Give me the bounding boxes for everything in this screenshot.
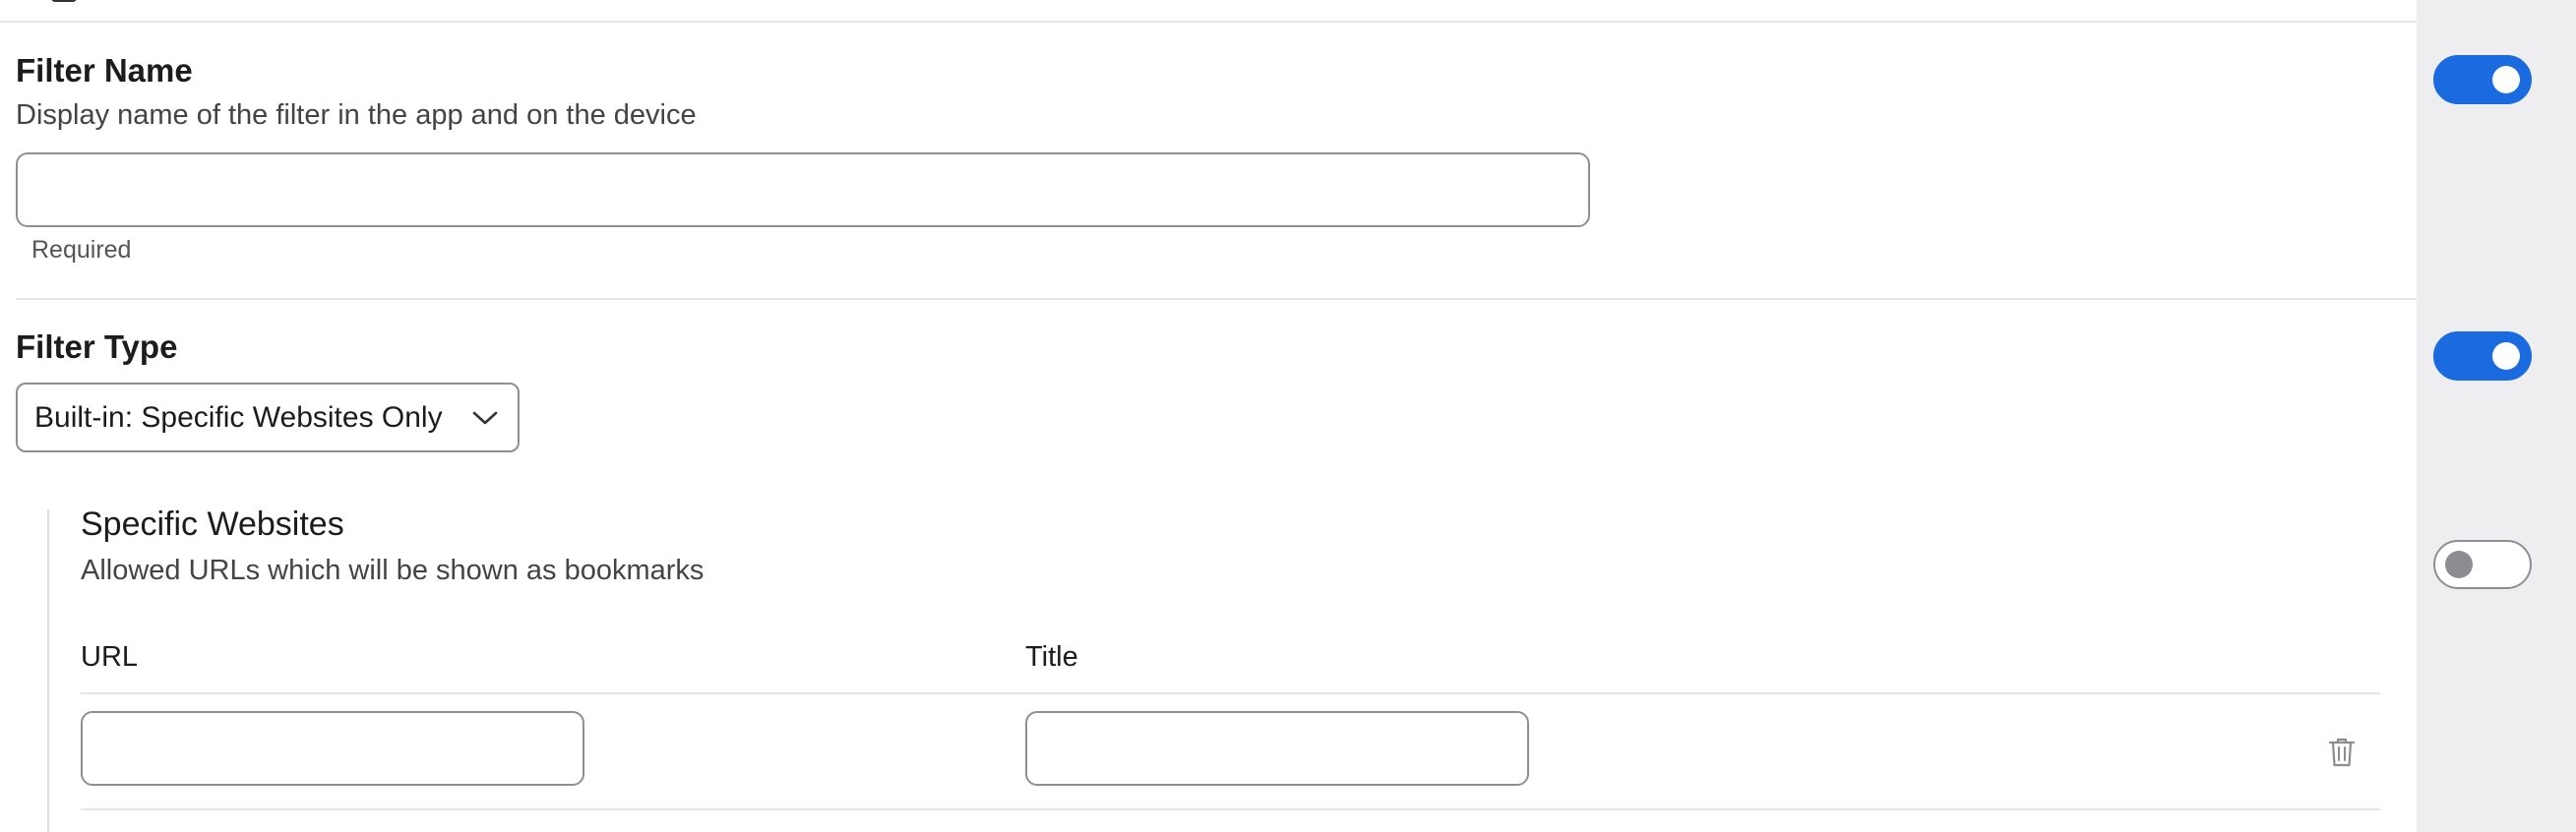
column-header-title: Title [1025, 641, 1078, 673]
url-input[interactable] [81, 711, 584, 786]
toggle-knob [2445, 551, 2473, 578]
settings-form: Filter Name Display name of the filter i… [0, 0, 2417, 832]
table-header-divider [81, 692, 2380, 694]
filter-name-input[interactable] [16, 152, 1590, 227]
specific-websites-title: Specific Websites [81, 505, 344, 543]
toggle-knob [2492, 342, 2520, 370]
specific-websites-toggle[interactable] [2433, 540, 2532, 589]
settings-page: Filter Name Display name of the filter i… [0, 0, 2576, 832]
toggle-knob [2492, 66, 2520, 93]
divider [16, 298, 2417, 300]
filter-type-select[interactable]: Built-in: Specific Websites Only [16, 383, 520, 452]
filter-name-required-hint: Required [31, 236, 132, 264]
title-input[interactable] [1025, 711, 1529, 786]
filter-type-title: Filter Type [16, 328, 178, 365]
filter-type-toggle[interactable] [2433, 331, 2532, 381]
filter-name-description: Display name of the filter in the app an… [16, 99, 697, 131]
column-header-url: URL [81, 641, 139, 673]
divider [0, 21, 2417, 23]
trash-icon[interactable] [2328, 737, 2356, 768]
previous-section-edge [51, 0, 77, 2]
chevron-down-icon [472, 411, 498, 425]
specific-websites-description: Allowed URLs which will be shown as book… [81, 555, 705, 586]
filter-name-title: Filter Name [16, 52, 193, 89]
filter-name-toggle[interactable] [2433, 55, 2532, 104]
table-row-divider [81, 808, 2380, 810]
filter-type-selected-value: Built-in: Specific Websites Only [34, 400, 443, 434]
subsection-indent-bar [47, 509, 49, 832]
override-toggle-column [2417, 0, 2576, 832]
